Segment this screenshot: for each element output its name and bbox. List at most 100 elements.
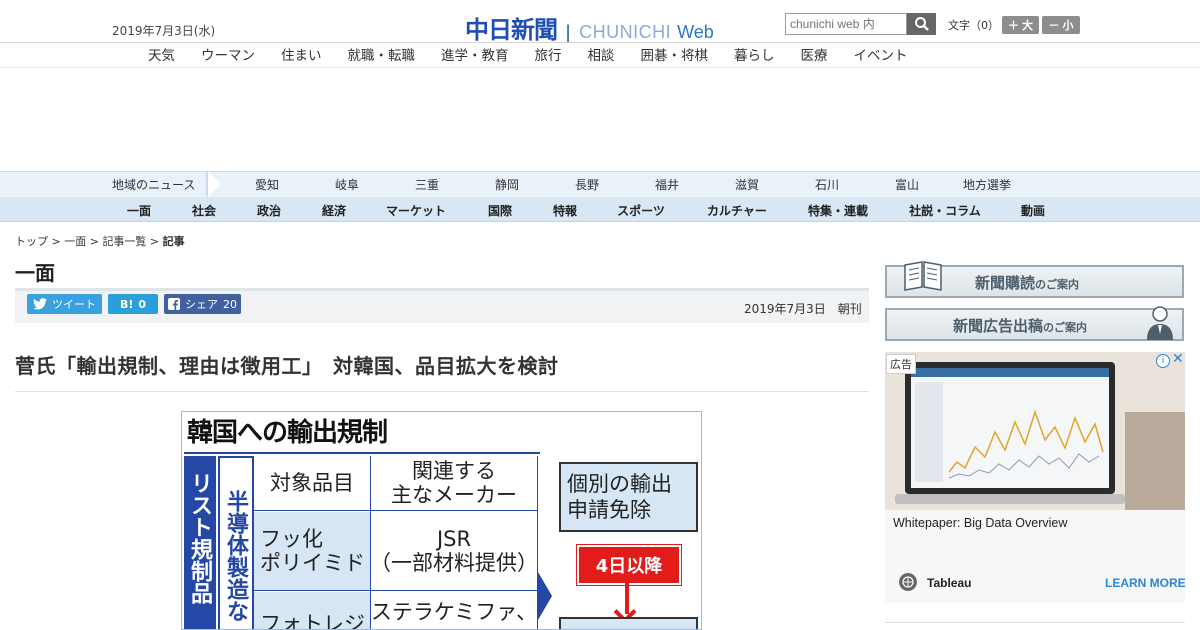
breadcrumb-current: 記事 [162, 235, 185, 248]
text-size-down-button[interactable]: －小 [1042, 16, 1080, 34]
site-logo[interactable]: 中日新聞 | CHUNICHI Web [465, 10, 714, 45]
category-nav-item[interactable]: 暮らし [721, 44, 788, 64]
ad-label: 広告 [886, 354, 916, 374]
figure-table-rule [254, 510, 538, 511]
category-nav-item[interactable]: ウーマン [188, 44, 268, 64]
regional-item[interactable]: 地方選挙 [947, 176, 1027, 193]
regional-item[interactable]: 長野 [547, 176, 627, 193]
ad-title[interactable]: Whitepaper: Big Data Overview [893, 516, 1067, 530]
hatena-bookmark-button[interactable]: B! 0 [108, 294, 158, 314]
figure-row1-maker: JSR （一部材料提供） [370, 512, 538, 590]
article-date: 2019年7月3日 朝刊 [744, 302, 862, 316]
section-nav-item[interactable]: カルチャー [697, 202, 777, 219]
info-icon[interactable]: i [1156, 354, 1170, 368]
category-nav: 天気 ウーマン 住まい 就職・転職 進学・教育 旅行 相談 囲碁・将棋 暮らし … [135, 44, 921, 64]
category-nav-item[interactable]: イベント [841, 44, 921, 64]
businessman-icon [1147, 306, 1173, 340]
regional-item[interactable]: 愛知 [227, 176, 307, 193]
figure-left-label: リスト規制品 [187, 472, 212, 604]
regional-item[interactable]: 三重 [387, 176, 467, 193]
category-nav-item[interactable]: 住まい [268, 44, 335, 64]
figure-exemption-line2: 申請免除 [567, 498, 651, 522]
breadcrumb-link[interactable]: トップ [15, 235, 48, 248]
ad-brand-logo-icon [899, 573, 917, 591]
regional-item[interactable]: 静岡 [467, 176, 547, 193]
search-button[interactable] [907, 13, 936, 35]
minus-icon: － [1048, 19, 1060, 32]
breadcrumb-link[interactable]: 一面 [64, 235, 86, 248]
figure-exemption-box: 個別の輸出 申請免除 [559, 462, 698, 532]
open-book-icon [904, 261, 942, 291]
logo-japanese: 中日新聞 [465, 15, 558, 44]
ad-brand[interactable]: Tableau [927, 576, 971, 590]
breadcrumb-link[interactable]: 記事一覧 [102, 235, 146, 248]
category-nav-item[interactable]: 医療 [788, 44, 841, 64]
facebook-count: 20 [223, 297, 237, 311]
facebook-share-button[interactable]: シェア 20 [164, 294, 241, 314]
figure-arrow-icon [538, 572, 552, 620]
regional-item[interactable]: 石川 [787, 176, 867, 193]
section-nav-item[interactable]: 経済 [294, 202, 374, 219]
figure-exemption-line1: 個別の輸出 [567, 472, 672, 496]
section-nav-item[interactable]: 特集・連載 [798, 202, 878, 219]
regional-nav-label[interactable]: 地域のニュース [112, 176, 195, 193]
figure-title: 韓国への輸出規制 [187, 418, 388, 448]
section-nav-item[interactable]: 動画 [993, 202, 1073, 219]
advertising-banner[interactable]: 新聞広告出稿のご案内 [885, 306, 1184, 341]
category-nav-item[interactable]: 進学・教育 [428, 44, 522, 64]
figure-date-badge: 4日以降 [576, 544, 682, 586]
regional-item[interactable]: 岐阜 [307, 176, 387, 193]
hatena-count: 0 [138, 297, 147, 311]
logo-separator: | [565, 22, 572, 43]
section-nav-item[interactable]: 社説・コラム [905, 202, 985, 219]
size-down-label: 小 [1062, 19, 1074, 32]
headline-rule [15, 391, 869, 392]
category-nav-item[interactable]: 旅行 [522, 44, 575, 64]
section-nav-item[interactable]: マーケット [376, 202, 456, 219]
figure-lower-box [559, 617, 698, 629]
figure-semiconductor-label: 半導体製造な [223, 490, 248, 622]
facebook-label: シェア [185, 298, 218, 311]
figure-row1-item-line2: ポリイミド [260, 551, 365, 575]
figure-table-rule [370, 456, 371, 629]
article-headline: 菅氏「輸出規制、理由は徴用工」 対韓国、品目拡大を検討 [15, 354, 559, 378]
category-nav-item[interactable]: 相談 [575, 44, 628, 64]
tweet-button[interactable]: ツイート [27, 294, 102, 314]
page-title: 一面 [15, 261, 55, 285]
section-nav-item[interactable]: 特報 [525, 202, 605, 219]
size-up-label: 大 [1022, 19, 1033, 32]
article-figure: 韓国への輸出規制 リスト規制品 半導体製造な 対象品目 関連する 主なメーカー … [181, 411, 702, 630]
regional-item[interactable]: 富山 [867, 176, 947, 193]
figure-row2-item: フォトレジ [254, 592, 370, 629]
ad-laptop-illustration [885, 352, 1185, 510]
category-nav-item[interactable]: 就職・転職 [335, 44, 429, 64]
tweet-label: ツイート [52, 298, 96, 311]
category-nav-item[interactable]: 囲碁・将棋 [628, 44, 722, 64]
logo-english: CHUNICHI [579, 22, 672, 42]
header-divider [0, 42, 1200, 43]
subscription-banner[interactable]: 新聞購読のご案内 [885, 261, 1184, 298]
figure-header-item-text: 対象品目 [270, 471, 354, 495]
category-nav-item[interactable]: 天気 [135, 44, 188, 64]
figure-header-maker-line1: 関連する [412, 459, 496, 483]
regional-item[interactable]: 福井 [627, 176, 707, 193]
search-icon [914, 17, 929, 31]
figure-row2-maker: ステラケミファ、 [370, 592, 538, 629]
close-icon[interactable]: ✕ [1172, 351, 1184, 367]
twitter-icon [33, 298, 47, 310]
ad-learn-more-button[interactable]: LEARN MORE [1105, 576, 1186, 590]
regional-item[interactable]: 滋賀 [707, 176, 787, 193]
figure-title-underline [184, 452, 540, 454]
figure-row2-maker-text: ステラケミファ、 [370, 600, 538, 624]
section-nav-item[interactable]: スポーツ [601, 202, 681, 219]
subscription-banner-text: 新聞購読のご案内 [975, 272, 1079, 293]
figure-table-rule [254, 590, 538, 591]
subscription-banner-main: 新聞購読 [975, 274, 1036, 292]
search-input[interactable] [785, 13, 907, 35]
regional-arrow [208, 171, 221, 197]
figure-row1-maker-line1: JSR [436, 527, 472, 551]
hatena-label: B! [119, 297, 134, 311]
text-size-up-button[interactable]: ＋大 [1002, 16, 1039, 34]
nav-divider [0, 67, 1200, 68]
ad-image[interactable] [885, 352, 1185, 510]
